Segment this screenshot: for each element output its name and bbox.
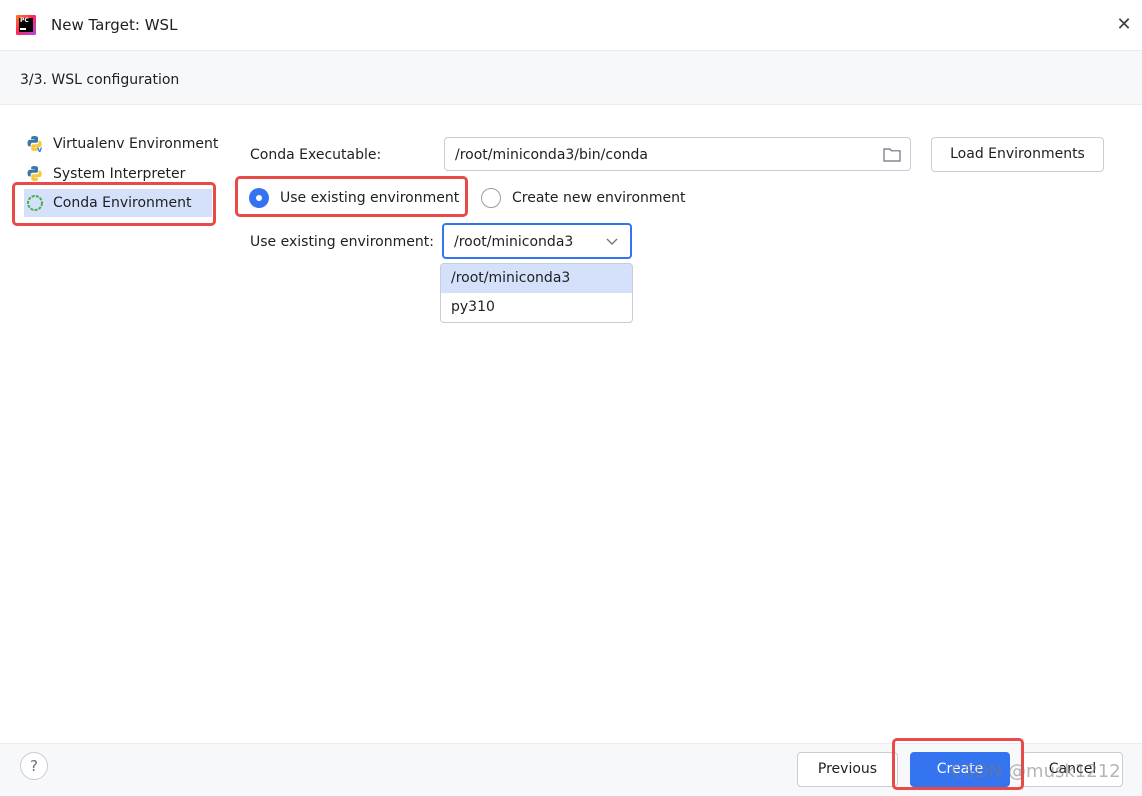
dropdown-option-miniconda3[interactable]: /root/miniconda3 <box>441 264 632 293</box>
conda-icon <box>27 195 43 211</box>
window-title: New Target: WSL <box>51 16 178 34</box>
existing-environment-label: Use existing environment: <box>250 234 434 250</box>
sidebar-item-label: Virtualenv Environment <box>53 136 219 152</box>
cancel-button[interactable]: Cancel <box>1022 752 1123 787</box>
sidebar-item-label: Conda Environment <box>53 195 192 211</box>
conda-executable-field[interactable]: /root/miniconda3/bin/conda <box>444 137 911 171</box>
previous-button[interactable]: Previous <box>797 752 898 787</box>
create-button[interactable]: Create <box>910 752 1010 787</box>
close-icon[interactable]: ✕ <box>1112 14 1136 38</box>
radio-use-existing-environment[interactable] <box>249 188 269 208</box>
step-label: 3/3. WSL configuration <box>20 72 180 88</box>
sidebar-item-system-interpreter[interactable]: System Interpreter <box>24 160 220 188</box>
svg-text:v: v <box>37 145 43 153</box>
sidebar-item-label: System Interpreter <box>53 166 186 182</box>
existing-environment-value: /root/miniconda3 <box>454 234 574 250</box>
virtualenv-python-icon: v <box>27 136 43 153</box>
folder-icon[interactable] <box>883 147 901 162</box>
radio-create-new-label[interactable]: Create new environment <box>512 188 686 208</box>
existing-environment-select[interactable]: /root/miniconda3 <box>442 223 632 259</box>
dropdown-option-py310[interactable]: py310 <box>441 293 632 322</box>
python-icon <box>27 166 42 181</box>
load-environments-button[interactable]: Load Environments <box>931 137 1104 172</box>
radio-use-existing-label[interactable]: Use existing environment <box>280 188 459 208</box>
environment-dropdown-list: /root/miniconda3 py310 <box>440 263 633 323</box>
pycharm-app-icon: PC <box>16 15 36 35</box>
help-button[interactable]: ? <box>20 752 48 780</box>
radio-create-new-environment[interactable] <box>481 188 501 208</box>
sidebar-item-conda-environment[interactable]: Conda Environment <box>24 189 212 217</box>
sidebar-item-virtualenv[interactable]: v Virtualenv Environment <box>24 130 220 158</box>
chevron-down-icon <box>606 238 618 245</box>
conda-executable-label: Conda Executable: <box>250 147 382 163</box>
conda-executable-value: /root/miniconda3/bin/conda <box>455 147 648 163</box>
